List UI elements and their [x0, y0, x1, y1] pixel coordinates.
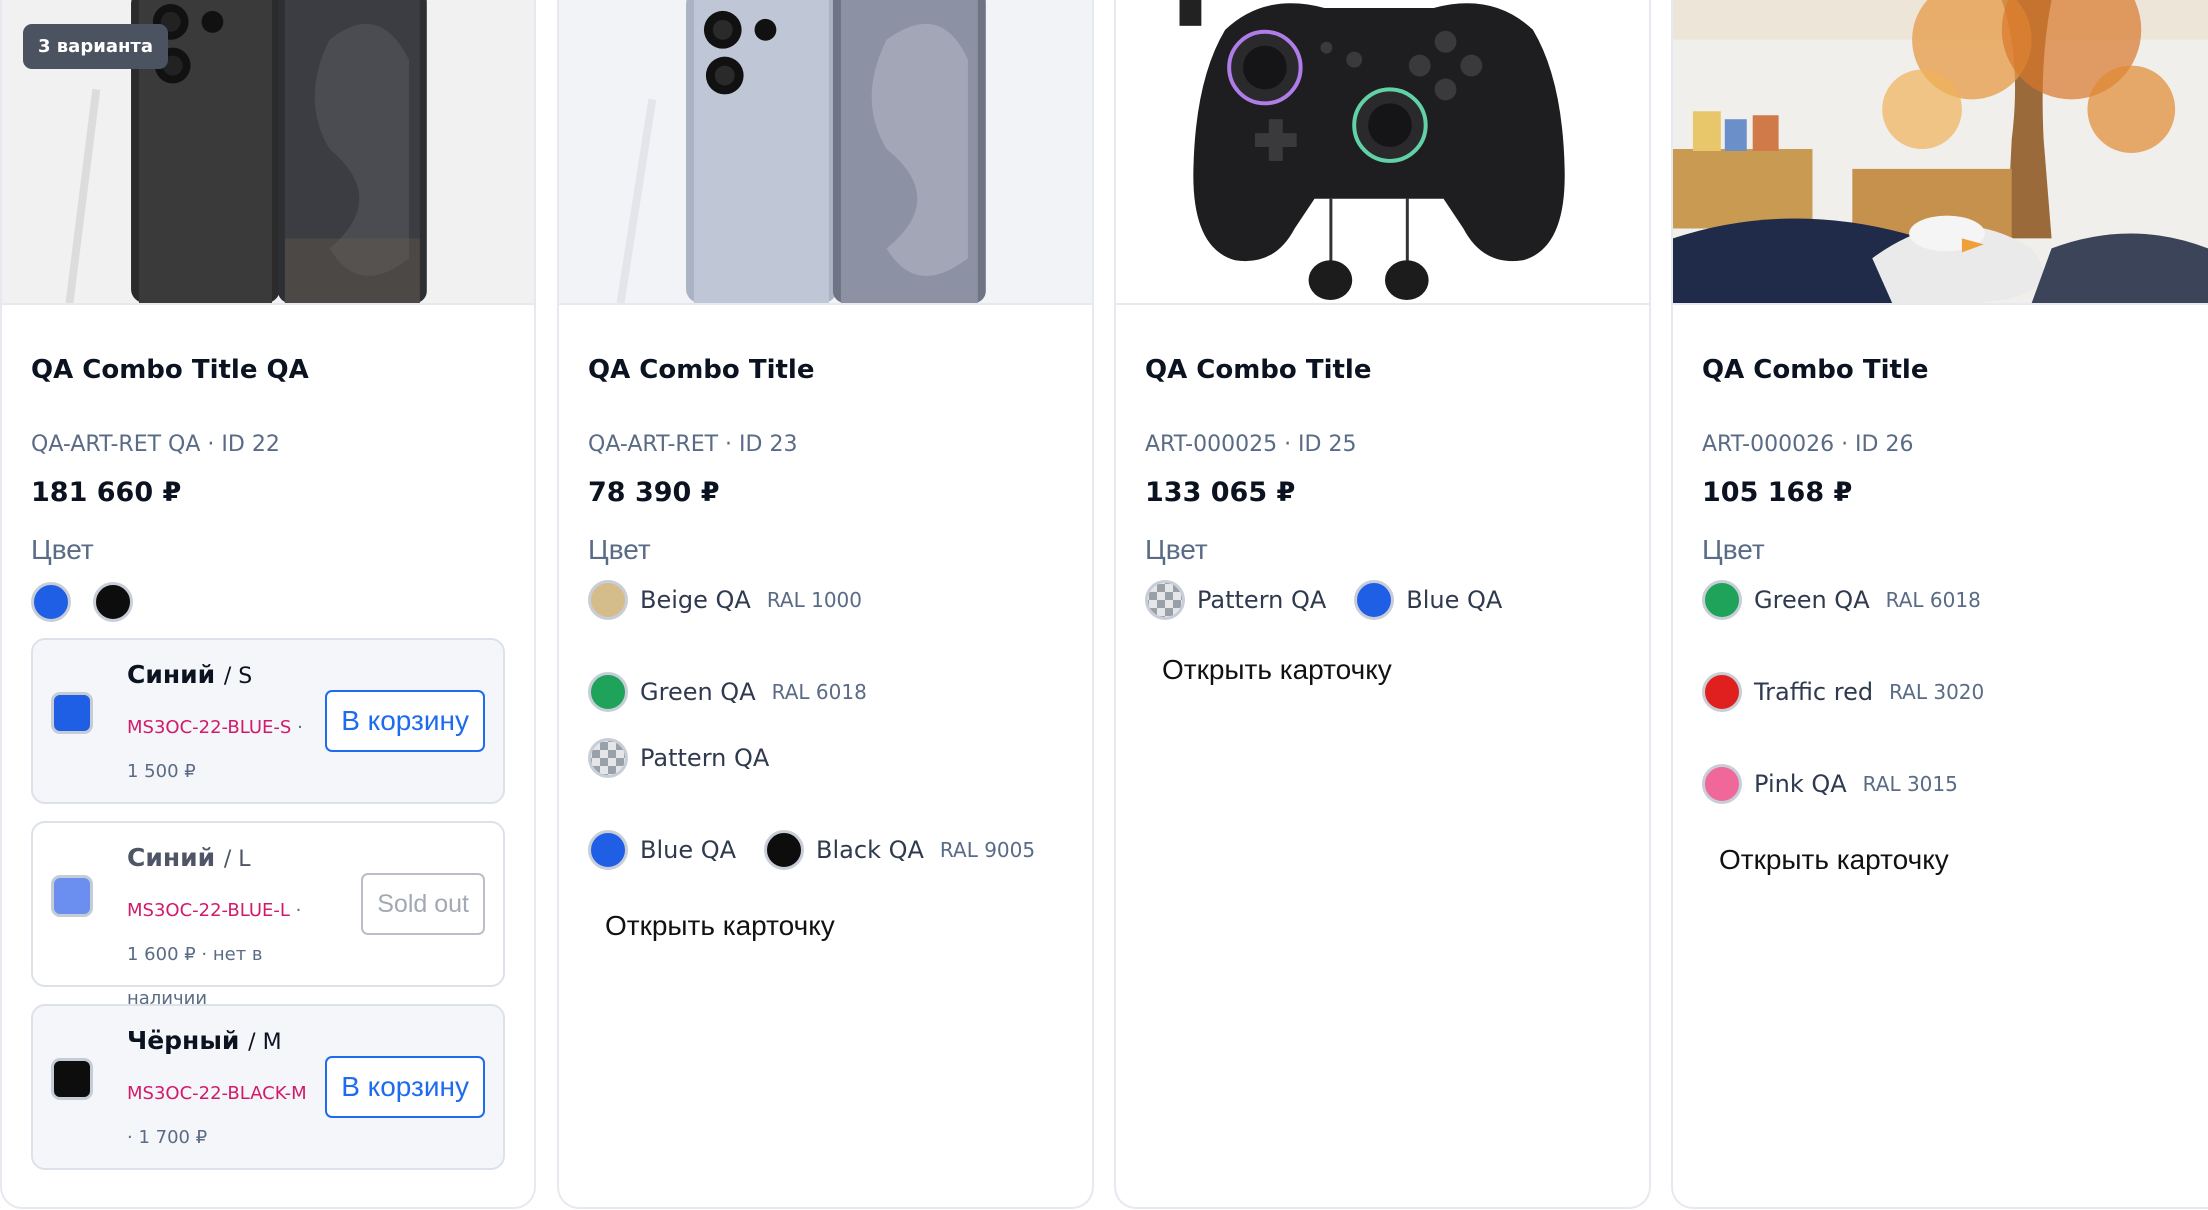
ral-code: RAL 6018 — [1885, 588, 1981, 612]
open-card-link[interactable]: Открыть карточку — [605, 910, 835, 942]
color-name: Pattern QA — [1197, 586, 1327, 614]
color-dot-blue[interactable] — [31, 582, 71, 622]
color-name: Traffic red — [1754, 678, 1874, 706]
product-image[interactable] — [1673, 0, 2208, 305]
color-option[interactable]: Black QA RAL 9005 — [764, 830, 1035, 870]
add-to-cart-button[interactable]: В корзину — [325, 1056, 485, 1118]
variant-swatch — [51, 875, 93, 917]
variant-sku: MS3OC-22-BLUE-L — [127, 900, 290, 921]
phone-product-image — [559, 0, 1092, 303]
color-swatch — [1702, 580, 1742, 620]
variant-name: Синий / S — [127, 660, 253, 689]
color-option[interactable]: Pink QA RAL 3015 — [1702, 764, 1958, 804]
gamepad-product-image — [1116, 0, 1649, 303]
room-product-image — [1673, 0, 2208, 303]
color-option[interactable]: Green QA RAL 6018 — [588, 672, 867, 712]
product-sku: ART-000026 · ID 26 — [1702, 432, 1914, 457]
variant-row[interactable]: Синий / L MS3OC-22-BLUE-L · 1 600 ₽ · не… — [31, 821, 505, 1009]
product-price: 181 660 ₽ — [31, 477, 182, 508]
color-option[interactable]: Traffic red RAL 3020 — [1702, 672, 1984, 712]
color-label: Цвет — [588, 534, 651, 565]
color-swatch — [588, 830, 628, 870]
product-sku: QA-ART-RET QA · ID 22 — [31, 432, 280, 457]
product-sku: QA-ART-RET · ID 23 — [588, 432, 798, 457]
variant-name: Синий / L — [127, 843, 251, 872]
product-title[interactable]: QA Combo Title — [588, 355, 1063, 385]
color-dots — [31, 582, 505, 622]
ral-code: RAL 3020 — [1889, 680, 1985, 704]
color-name: Black QA — [816, 836, 924, 864]
product-card[interactable]: 3 варианта QA Combo Title QA QA-ART-RET … — [0, 0, 536, 1209]
color-label: Цвет — [31, 534, 94, 565]
variant-list: Синий / S MS3OC-22-BLUE-S · 1 500 ₽ В ко… — [31, 638, 505, 1170]
ral-code: RAL 3015 — [1862, 772, 1958, 796]
product-card[interactable]: QA Combo Title QA-ART-RET · ID 23 78 390… — [557, 0, 1094, 1209]
sold-out-button[interactable]: Sold out — [361, 873, 485, 935]
ral-code: RAL 9005 — [939, 838, 1036, 862]
color-option[interactable]: Beige QA RAL 1000 — [588, 580, 862, 620]
product-card[interactable]: QA Combo Title ART-000025 · ID 25 133 06… — [1114, 0, 1651, 1209]
variant-sku: MS3OC-22-BLACK-M — [127, 1083, 307, 1104]
color-label: Цвет — [1145, 534, 1208, 565]
color-swatch — [588, 738, 628, 778]
product-price: 105 168 ₽ — [1702, 477, 1853, 508]
color-swatch — [1702, 672, 1742, 712]
product-card[interactable]: QA Combo Title ART-000026 · ID 26 105 16… — [1671, 0, 2208, 1209]
ral-code: RAL 6018 — [771, 680, 867, 704]
product-title[interactable]: QA Combo Title QA — [31, 355, 505, 385]
product-price: 133 065 ₽ — [1145, 477, 1296, 508]
color-name: Pattern QA — [640, 744, 770, 772]
add-to-cart-button[interactable]: В корзину — [325, 690, 485, 752]
color-label: Цвет — [1702, 534, 1765, 565]
product-image[interactable] — [1116, 0, 1649, 305]
variants-badge: 3 варианта — [23, 24, 168, 69]
color-name: Green QA — [1754, 586, 1870, 614]
color-option[interactable]: Blue QA — [588, 830, 736, 870]
product-image[interactable]: 3 варианта — [2, 0, 534, 305]
product-sku: ART-000025 · ID 25 — [1145, 432, 1357, 457]
variant-swatch — [51, 692, 93, 734]
color-name: Blue QA — [640, 836, 737, 864]
color-option[interactable]: Green QA RAL 6018 — [1702, 580, 1981, 620]
color-name: Green QA — [640, 678, 756, 706]
variant-meta: MS3OC-22-BLACK-M · 1 700 ₽ — [127, 1083, 307, 1148]
open-card-link[interactable]: Открыть карточку — [1719, 844, 1949, 876]
color-option[interactable]: Pattern QA — [1145, 580, 1326, 620]
color-swatch — [588, 580, 628, 620]
variant-row[interactable]: Синий / S MS3OC-22-BLUE-S · 1 500 ₽ В ко… — [31, 638, 505, 804]
product-grid: 3 варианта QA Combo Title QA QA-ART-RET … — [0, 0, 2208, 1210]
variant-meta: MS3OC-22-BLUE-L · 1 600 ₽ · нет в наличи… — [127, 900, 302, 1009]
variant-meta: MS3OC-22-BLUE-S · 1 500 ₽ — [127, 717, 303, 782]
product-title[interactable]: QA Combo Title — [1145, 355, 1620, 385]
variant-name: Чёрный / M — [127, 1026, 282, 1055]
open-card-link[interactable]: Открыть карточку — [1162, 654, 1392, 686]
color-swatch — [764, 830, 805, 870]
color-swatch — [1354, 580, 1395, 620]
color-dot-black[interactable] — [93, 582, 133, 622]
color-options: Pattern QA Blue QA — [1145, 580, 1620, 620]
color-options: Green QA RAL 6018 Traffic red RAL 3020 P… — [1702, 580, 2179, 804]
product-title[interactable]: QA Combo Title — [1702, 355, 2179, 385]
variant-swatch — [51, 1058, 93, 1100]
color-swatch — [1702, 764, 1742, 804]
color-name: Pink QA — [1754, 770, 1847, 798]
ral-code: RAL 1000 — [766, 588, 863, 612]
color-name: Blue QA — [1406, 586, 1503, 614]
color-options: Beige QA RAL 1000 Green QA RAL 6018 Patt… — [588, 580, 1063, 870]
color-swatch — [1145, 580, 1185, 620]
product-price: 78 390 ₽ — [588, 477, 720, 508]
color-option[interactable]: Pattern QA — [588, 738, 769, 778]
color-option[interactable]: Blue QA — [1354, 580, 1502, 620]
variant-row[interactable]: Чёрный / M MS3OC-22-BLACK-M · 1 700 ₽ В … — [31, 1004, 505, 1170]
color-swatch — [588, 672, 628, 712]
color-name: Beige QA — [640, 586, 751, 614]
variant-sku: MS3OC-22-BLUE-S — [127, 717, 292, 738]
product-image[interactable] — [559, 0, 1092, 305]
